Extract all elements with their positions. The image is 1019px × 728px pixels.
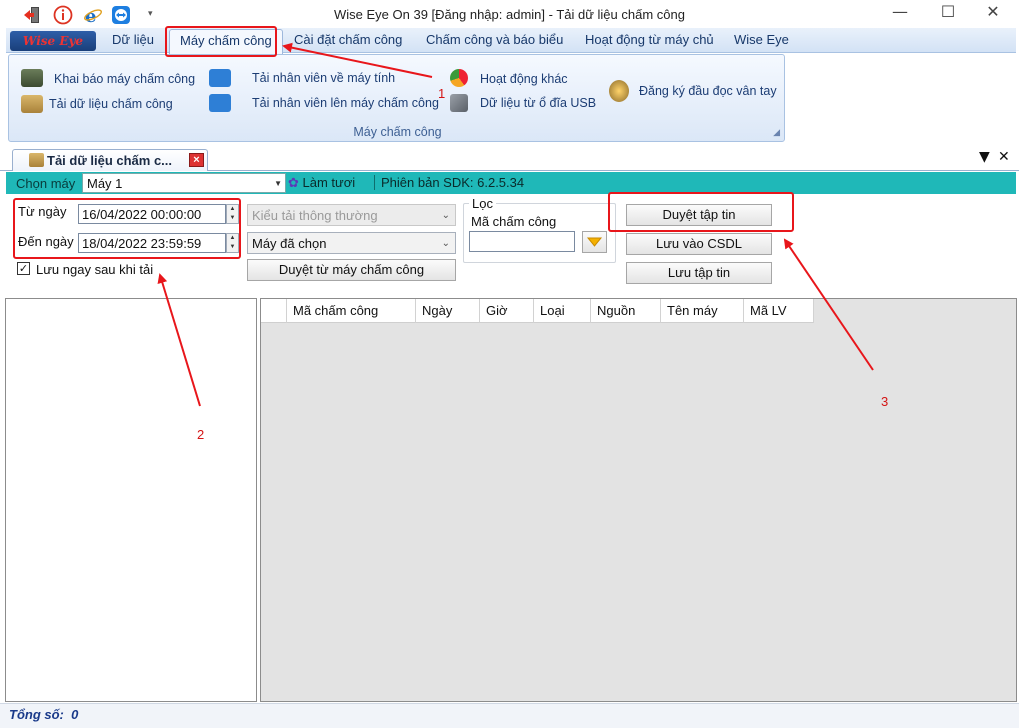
document-tab[interactable]: Tải dữ liệu chấm c... ×	[12, 149, 208, 171]
filter-arrow-icon	[586, 237, 603, 247]
download-box-icon	[29, 153, 44, 167]
tab-cai-dat-cham-cong[interactable]: Cài đặt chấm công	[294, 32, 402, 47]
logo-text: Wise Eye	[22, 34, 84, 48]
filter-dropdown-button[interactable]	[582, 231, 607, 253]
total-label: Tổng số:	[9, 707, 64, 722]
chevron-down-icon: ⌄	[441, 210, 450, 221]
filter-code-input[interactable]	[469, 231, 575, 252]
usb-icon	[450, 94, 468, 112]
tai-du-lieu-button[interactable]: Tải dữ liệu chấm công	[49, 97, 173, 111]
machine-select-value: Máy 1	[87, 176, 123, 191]
ribbon-group-label: Máy chấm công	[353, 125, 442, 139]
save-after-download-checkbox[interactable]: ✓	[17, 262, 30, 275]
annotation-number-2: 2	[197, 427, 205, 442]
pie-chart-icon	[450, 69, 468, 87]
filter-code-label: Mã chấm công	[471, 214, 557, 229]
choose-machine-label: Chọn máy	[16, 176, 76, 191]
grid-column-loai[interactable]: Loại	[534, 299, 591, 323]
close-all-icon[interactable]: ✕	[998, 149, 1010, 165]
fingerprint-icon	[609, 80, 629, 102]
grid-column-ten-may[interactable]: Tên máy	[661, 299, 744, 323]
annotation-number-1: 1	[438, 86, 446, 101]
chevron-down-icon: ▼	[274, 179, 282, 188]
tai-nhan-vien-len-button[interactable]: Tải nhân viên lên máy chấm công	[252, 96, 439, 110]
machine-list-pane[interactable]	[5, 298, 257, 702]
user-upload-icon	[209, 94, 231, 112]
document-tab-strip: Tải dữ liệu chấm c... × ▼ ✕	[0, 147, 1019, 171]
grid-header: Mã chấm công Ngày Giờ Loại Nguồn Tên máy…	[261, 299, 814, 323]
annotation-box-tab	[165, 26, 277, 57]
minimize-button[interactable]: —	[880, 2, 920, 24]
chevron-down-icon: ⌄	[441, 238, 450, 249]
machine-select[interactable]: Máy 1 ▼	[82, 173, 286, 193]
refresh-icon: ✿	[288, 176, 299, 191]
tab-du-lieu[interactable]: Dữ liệu	[112, 32, 154, 47]
tab-list-dropdown-icon[interactable]: ▼	[979, 149, 990, 165]
tab-wise-eye[interactable]: Wise Eye	[734, 32, 789, 47]
user-download-icon	[209, 69, 231, 87]
grid-column-ngay[interactable]: Ngày	[416, 299, 480, 323]
machine-toolbar: Chọn máy Máy 1 ▼ ✿ Làm tươi Phiên bản SD…	[6, 172, 1016, 194]
download-mode-select: Kiểu tải thông thường ⌄	[247, 204, 456, 226]
selected-machine-value: Máy đã chọn	[252, 236, 327, 251]
total-count: Tổng số: 0	[9, 707, 78, 722]
grid-row-indicator	[261, 299, 287, 323]
khai-bao-may-button[interactable]: Khai báo máy chấm công	[54, 72, 195, 86]
browse-from-machine-button[interactable]: Duyệt từ máy chấm công	[247, 259, 456, 281]
annotation-box-dates	[13, 198, 241, 259]
tai-nhan-vien-ve-button[interactable]: Tải nhân viên về máy tính	[252, 71, 395, 85]
grid-column-ma-lv[interactable]: Mã LV	[744, 299, 814, 323]
dang-ky-van-tay-button[interactable]: Đăng ký đầu đọc vân tay	[639, 84, 777, 98]
wise-eye-logo[interactable]: Wise Eye	[10, 31, 96, 51]
window-title: Wise Eye On 39 [Đăng nhập: admin] - Tải …	[334, 7, 685, 22]
save-file-button[interactable]: Lưu tập tin	[626, 262, 772, 284]
group-launcher-icon[interactable]: ◢	[773, 127, 780, 138]
title-bar: e ▾ Wise Eye On 39 [Đăng nhập: admin] - …	[0, 0, 1019, 28]
annotation-box-browse	[608, 192, 794, 232]
grid-column-gio[interactable]: Giờ	[480, 299, 534, 323]
machine-icon	[21, 69, 43, 87]
tab-cham-cong-bao-bieu[interactable]: Chấm công và báo biểu	[426, 32, 563, 47]
sdk-version: Phiên bản SDK: 6.2.5.34	[374, 175, 524, 190]
attendance-grid[interactable]: Mã chấm công Ngày Giờ Loại Nguồn Tên máy…	[260, 298, 1017, 702]
annotation-number-3: 3	[881, 394, 889, 409]
maximize-button[interactable]: ☐	[928, 2, 968, 24]
grid-column-ma-cham-cong[interactable]: Mã chấm công	[287, 299, 416, 323]
filter-group-title: Lọc	[469, 196, 496, 211]
save-after-download-label[interactable]: Lưu ngay sau khi tải	[36, 262, 153, 277]
document-tab-close-icon[interactable]: ×	[189, 153, 204, 167]
ribbon-group-may-cham-cong: Khai báo máy chấm công Tải dữ liệu chấm …	[8, 54, 785, 142]
close-button[interactable]: ✕	[973, 2, 1013, 24]
total-value: 0	[71, 707, 79, 722]
status-bar: Tổng số: 0	[0, 703, 1019, 728]
ribbon-tab-bar: Wise Eye Dữ liệu Máy chấm công Cài đặt c…	[6, 28, 1016, 54]
download-box-icon	[21, 95, 43, 113]
download-mode-value: Kiểu tải thông thường	[252, 208, 378, 223]
refresh-label: Làm tươi	[302, 175, 356, 190]
hoat-dong-khac-button[interactable]: Hoạt động khác	[480, 72, 568, 86]
document-tab-label: Tải dữ liệu chấm c...	[47, 153, 173, 168]
refresh-button[interactable]: ✿ Làm tươi	[288, 175, 355, 191]
tab-hoat-dong-may-chu[interactable]: Hoạt động từ máy chủ	[585, 32, 714, 47]
save-to-db-button[interactable]: Lưu vào CSDL	[626, 233, 772, 255]
grid-column-nguon[interactable]: Nguồn	[591, 299, 661, 323]
du-lieu-usb-button[interactable]: Dữ liệu từ ổ đĩa USB	[480, 96, 596, 110]
selected-machine-select[interactable]: Máy đã chọn ⌄	[247, 232, 456, 254]
